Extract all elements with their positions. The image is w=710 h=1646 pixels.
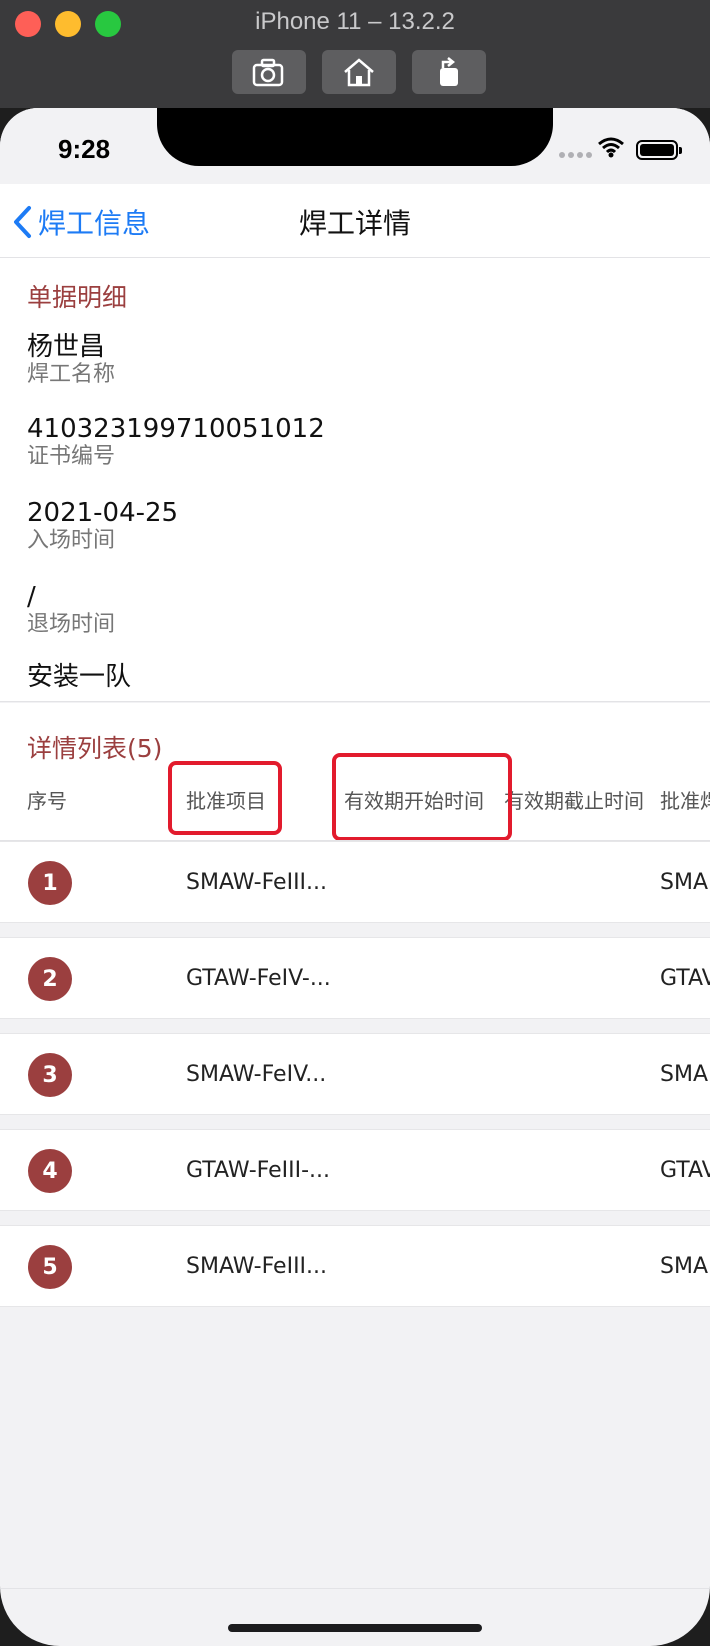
home-button[interactable] xyxy=(322,50,396,94)
wifi-icon xyxy=(598,137,624,158)
table-row[interactable]: 1 SMAW-FeIII... SMA xyxy=(0,841,710,923)
signal-icon xyxy=(559,152,592,158)
field-label: 退场时间 xyxy=(27,612,116,637)
simulator-title: iPhone 11 – 13.2.2 xyxy=(255,8,455,35)
row-approved: SMA xyxy=(660,1254,708,1279)
screenshot-button[interactable] xyxy=(232,50,306,94)
table-row[interactable]: 3 SMAW-FeIV... SMA xyxy=(0,1033,710,1115)
field-label: 入场时间 xyxy=(27,528,116,553)
highlight-box xyxy=(332,753,512,840)
row-project: GTAW-FeIV-... xyxy=(186,966,331,991)
row-approved: GTAV xyxy=(660,966,710,991)
battery-icon xyxy=(636,140,682,160)
divider xyxy=(0,1588,710,1589)
list-title: 详情列表(5) xyxy=(27,734,163,763)
page-title: 焊工详情 xyxy=(0,202,710,242)
table-row[interactable]: 4 GTAW-FeIII-... GTAV xyxy=(0,1129,710,1211)
field-value: 2021-04-25 xyxy=(27,498,179,528)
rotate-icon xyxy=(440,57,458,86)
page-title-text: 焊工详情 xyxy=(298,207,411,240)
row-approved: GTAV xyxy=(660,1158,710,1183)
field-value: 安装一队 xyxy=(27,662,132,692)
notch xyxy=(157,108,553,166)
field-welder-name: 杨世昌 焊工名称 xyxy=(27,332,115,388)
table-row[interactable]: 2 GTAW-FeIV-... GTAV xyxy=(0,937,710,1019)
row-index-badge: 3 xyxy=(28,1053,72,1097)
field-value: / xyxy=(27,582,36,612)
column-header-approved: 批准焊 xyxy=(660,789,710,813)
navigation-bar: 焊工信息 焊工详情 xyxy=(0,184,710,258)
home-icon xyxy=(344,58,374,87)
row-index-badge: 5 xyxy=(28,1245,72,1289)
status-bar: 9:28 xyxy=(0,108,710,184)
field-certificate-number: 410323199710051012 证书编号 xyxy=(27,414,325,470)
field-label: 证书编号 xyxy=(27,444,116,469)
column-header-end-date: 有效期截止时间 xyxy=(504,789,644,813)
list-header: 详情列表(5) 序号 批准项目 有效期开始时间 有效期截止时间 批准焊 xyxy=(0,703,710,841)
detail-section: 单据明细 杨世昌 焊工名称 410323199710051012 证书编号 20… xyxy=(0,258,710,702)
row-project: GTAW-FeIII-... xyxy=(186,1158,331,1183)
table-row[interactable]: 5 SMAW-FeIII... SMA xyxy=(0,1225,710,1307)
column-header-index: 序号 xyxy=(27,789,67,813)
detail-list: 详情列表(5) 序号 批准项目 有效期开始时间 有效期截止时间 批准焊 1 SM… xyxy=(0,703,710,1307)
screenshot-icon xyxy=(252,58,284,87)
row-project: SMAW-FeIV... xyxy=(186,1062,327,1087)
field-entry-date: 2021-04-25 入场时间 xyxy=(27,498,178,554)
row-index-badge: 1 xyxy=(28,861,72,905)
field-value: 杨世昌 xyxy=(27,332,106,362)
phone-screen: 9:28 焊工信息 焊工详情 单据明细 杨世昌 焊工名称 41032319971… xyxy=(0,108,710,1646)
row-index-badge: 2 xyxy=(28,957,72,1001)
field-team: 安装一队 xyxy=(27,662,131,692)
field-exit-date: / 退场时间 xyxy=(27,582,115,638)
section-title: 单据明细 xyxy=(27,283,128,312)
highlight-box xyxy=(168,761,282,835)
status-time: 9:28 xyxy=(58,134,111,164)
field-value: 410323199710051012 xyxy=(27,414,325,444)
home-indicator[interactable] xyxy=(228,1624,482,1632)
row-approved: SMA xyxy=(660,870,708,895)
simulator-toolbar: iPhone 11 – 13.2.2 xyxy=(0,0,710,108)
field-label: 焊工名称 xyxy=(27,362,116,387)
rotate-button[interactable] xyxy=(412,50,486,94)
row-project: SMAW-FeIII... xyxy=(186,870,328,895)
row-approved: SMA xyxy=(660,1062,708,1087)
row-index-badge: 4 xyxy=(28,1149,72,1193)
row-project: SMAW-FeIII... xyxy=(186,1254,328,1279)
